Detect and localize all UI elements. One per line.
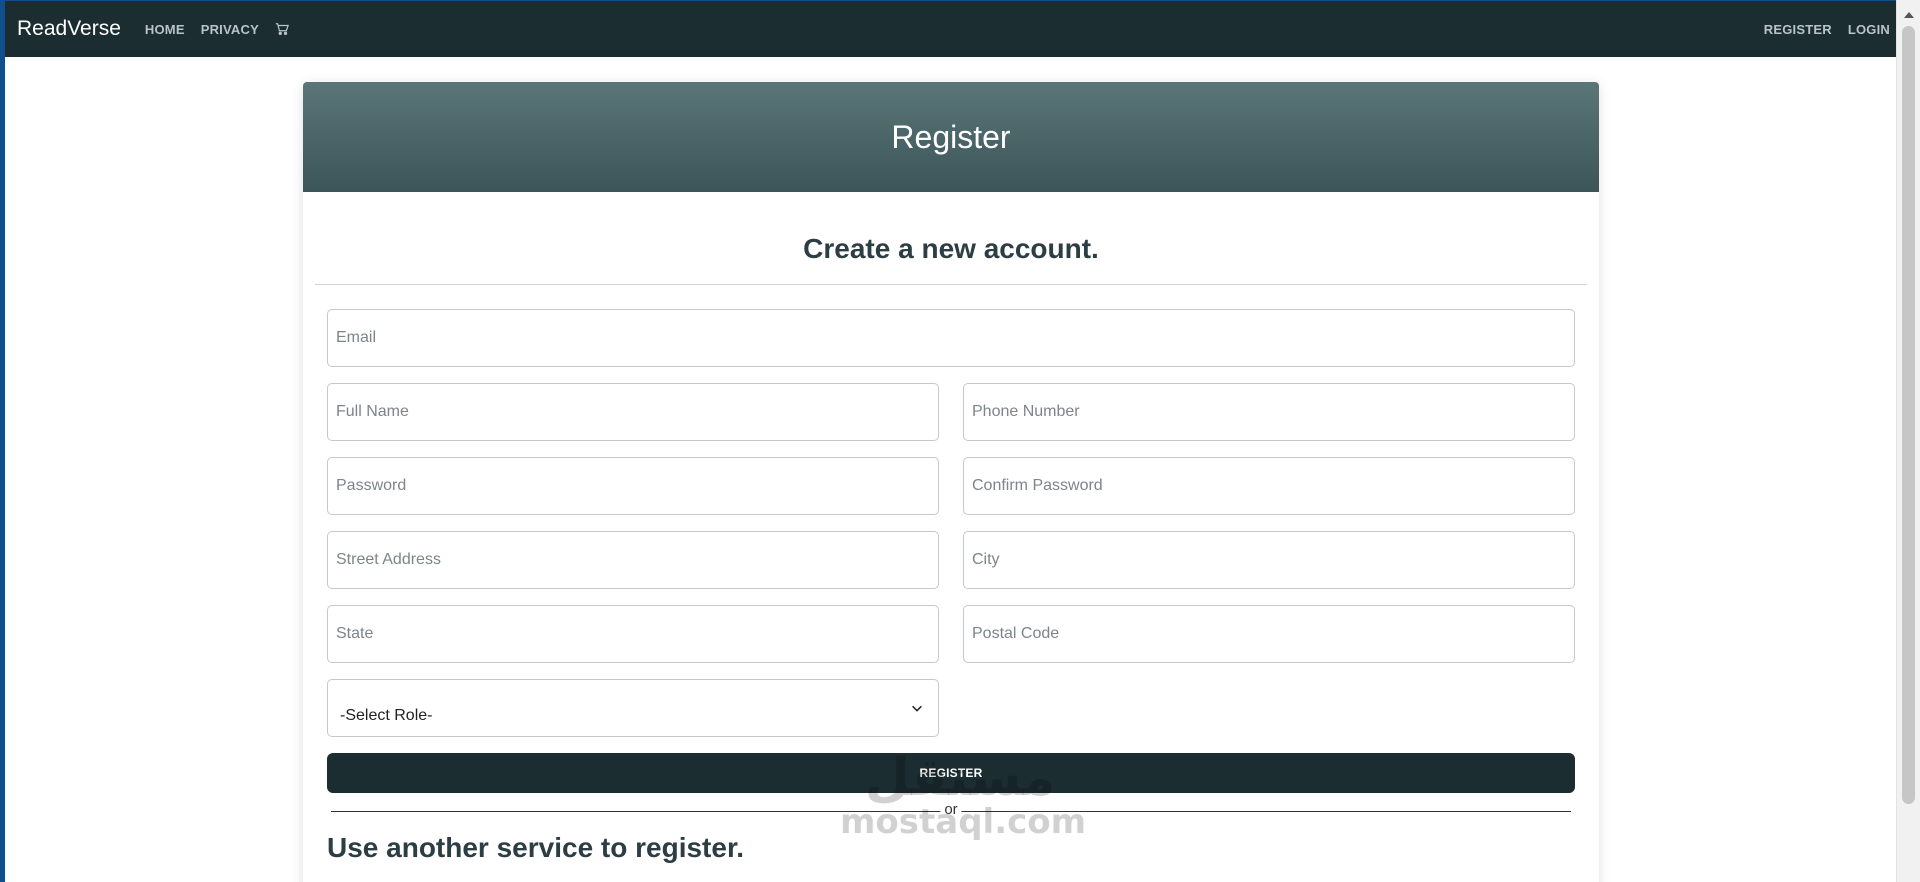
role-select-value: -Select Role- <box>340 707 433 724</box>
register-card: Register Create a new account. -Select R… <box>303 82 1599 882</box>
register-button[interactable]: REGISTER <box>327 753 1575 793</box>
window-frame <box>0 0 5 882</box>
full-name-field[interactable] <box>327 383 939 441</box>
password-field[interactable] <box>327 457 939 515</box>
nav-privacy-link[interactable]: PRIVACY <box>201 22 259 37</box>
chevron-down-icon <box>912 705 922 712</box>
vertical-scrollbar[interactable] <box>1896 0 1920 882</box>
nav-login-link[interactable]: LOGIN <box>1848 22 1890 37</box>
cart-icon[interactable] <box>275 22 289 36</box>
brand-link[interactable]: ReadVerse <box>17 17 121 41</box>
page-title: Register <box>891 118 1011 155</box>
register-form: -Select Role- REGISTER or Use another se… <box>303 285 1599 864</box>
or-separator: or <box>331 798 1571 822</box>
nav-register-link[interactable]: REGISTER <box>1764 22 1832 37</box>
state-field[interactable] <box>327 605 939 663</box>
email-field[interactable] <box>327 309 1575 367</box>
scroll-thumb[interactable] <box>1902 26 1915 804</box>
scroll-up-arrow-icon[interactable] <box>1904 12 1914 18</box>
phone-number-field[interactable] <box>963 383 1575 441</box>
card-header: Register <box>303 82 1599 192</box>
confirm-password-field[interactable] <box>963 457 1575 515</box>
or-label: or <box>940 801 962 818</box>
role-select[interactable]: -Select Role- <box>327 679 939 737</box>
city-field[interactable] <box>963 531 1575 589</box>
postal-code-field[interactable] <box>963 605 1575 663</box>
form-subtitle: Create a new account. <box>803 233 1099 264</box>
nav-home-link[interactable]: HOME <box>145 22 185 37</box>
street-address-field[interactable] <box>327 531 939 589</box>
external-login-heading: Use another service to register. <box>327 832 745 863</box>
top-navbar: ReadVerse HOME PRIVACY REGISTER LOGIN <box>5 0 1896 57</box>
nav-right-group: REGISTER LOGIN <box>1748 22 1890 37</box>
